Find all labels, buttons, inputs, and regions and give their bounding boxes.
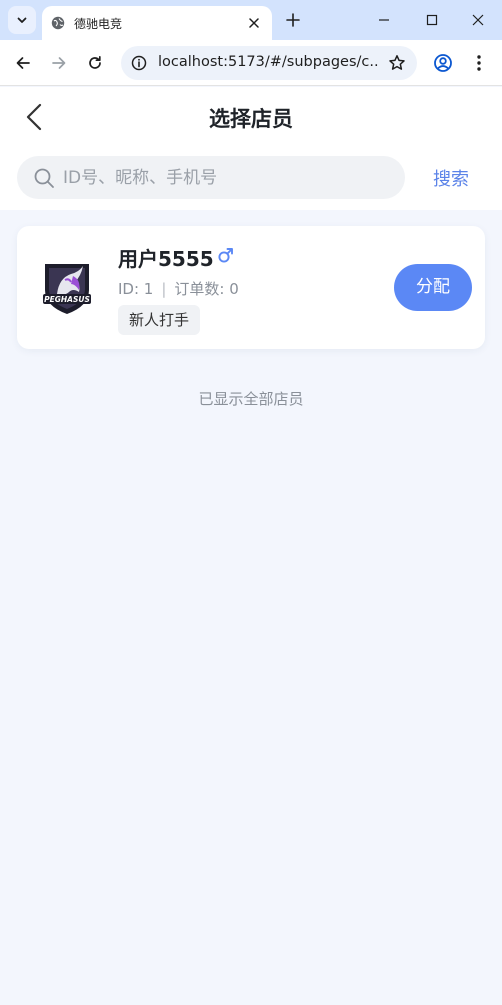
search-icon — [33, 167, 55, 189]
staff-name: 用户5555 — [118, 247, 214, 271]
staff-id: ID: 1 — [118, 280, 154, 298]
site-info-button[interactable] — [129, 53, 149, 73]
browser-tabstrip: 德驰电竞 — [0, 0, 502, 40]
url-text: localhost:5173/#/subpages/c... — [158, 54, 378, 70]
reload-icon — [89, 55, 101, 69]
profile-button[interactable] — [431, 51, 455, 75]
new-tab-button[interactable] — [283, 10, 303, 30]
staff-meta: ID: 1 | 订单数: 0 — [118, 278, 239, 299]
tab-search-button[interactable] — [8, 6, 36, 34]
address-bar[interactable]: localhost:5173/#/subpages/c... — [121, 46, 417, 80]
browser-tab-active[interactable]: 德驰电竞 — [42, 6, 272, 40]
male-icon — [217, 246, 235, 264]
minimize-button[interactable] — [372, 8, 396, 32]
browser-toolbar: localhost:5173/#/subpages/c... — [0, 40, 502, 86]
back-button[interactable] — [11, 51, 35, 75]
staff-tag: 新人打手 — [118, 305, 201, 335]
browser-menu-button[interactable] — [467, 51, 491, 75]
search-box[interactable] — [17, 156, 405, 199]
list-end-note: 已显示全部店员 — [198, 390, 304, 408]
bookmark-button[interactable] — [387, 53, 407, 73]
reload-button[interactable] — [83, 51, 107, 75]
page: 选择店员 搜索 PEGHASUS 用户5555 — [0, 87, 502, 1005]
more-vertical-icon — [477, 55, 481, 71]
avatar: PEGHASUS — [43, 264, 91, 314]
close-icon — [472, 14, 484, 26]
assign-button[interactable]: 分配 — [394, 264, 472, 311]
page-header: 选择店员 搜索 — [0, 87, 502, 210]
globe-icon — [51, 16, 65, 30]
close-tab-button[interactable] — [246, 15, 262, 31]
profile-icon — [434, 54, 452, 72]
arrow-right-icon — [52, 57, 66, 69]
arrow-left-icon — [16, 57, 30, 69]
page-title: 选择店员 — [209, 107, 293, 131]
maximize-button[interactable] — [420, 8, 444, 32]
maximize-icon — [426, 14, 438, 26]
info-icon — [131, 55, 147, 71]
meta-separator: | — [161, 280, 167, 298]
avatar-logo-text: PEGHASUS — [44, 295, 90, 304]
tab-title: 德驰电竞 — [74, 16, 123, 31]
minimize-icon — [379, 19, 389, 21]
search-button[interactable]: 搜索 — [424, 165, 478, 191]
staff-order-count: 订单数: 0 — [174, 280, 239, 298]
close-window-button[interactable] — [466, 8, 490, 32]
plus-icon — [286, 13, 300, 27]
forward-button[interactable] — [47, 51, 71, 75]
search-input[interactable] — [63, 156, 393, 199]
star-icon — [389, 55, 405, 70]
chevron-down-icon — [17, 17, 27, 23]
staff-card[interactable]: PEGHASUS 用户5555 ID: 1 | 订单数: 0 新人打手 分配 — [17, 226, 485, 349]
close-icon — [249, 18, 259, 28]
